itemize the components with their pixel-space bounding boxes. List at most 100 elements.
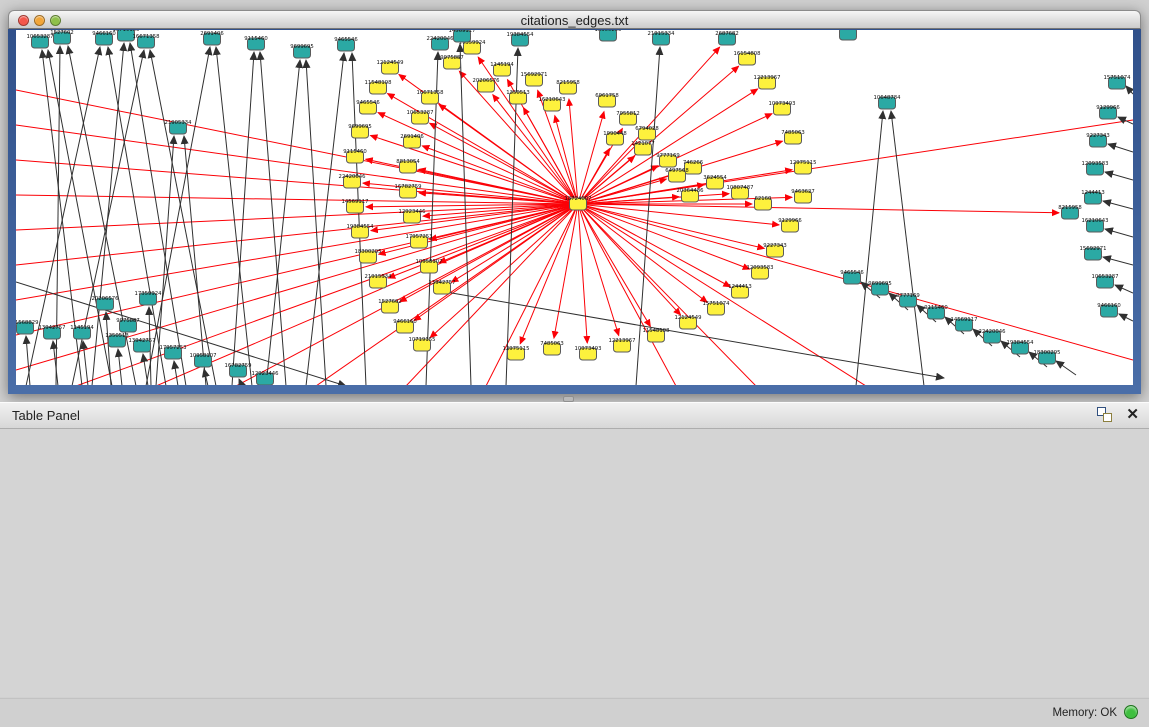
graph-node[interactable]: 10653287 — [1092, 274, 1119, 288]
graph-node[interactable]: 19384554 — [1007, 340, 1035, 354]
graph-node[interactable]: 3624554 — [703, 175, 727, 189]
graph-node[interactable]: 15692971 — [521, 72, 548, 86]
graph-node[interactable]: 18300295 — [355, 249, 382, 263]
graph-node[interactable]: 9777169 — [896, 293, 920, 307]
graph-node[interactable]: 20206576 — [92, 296, 120, 310]
graph-node[interactable]: 12093583 — [747, 265, 774, 279]
graph-node[interactable]: 9115460 — [924, 305, 948, 319]
graph-node[interactable]: 1244413 — [728, 284, 752, 298]
graph-node[interactable]: 18300295 — [595, 30, 622, 41]
graph-node[interactable]: 9699695 — [290, 44, 314, 58]
graph-node[interactable]: 9699695 — [868, 281, 892, 295]
graph-node[interactable]: 7485063 — [781, 130, 805, 144]
graph-node[interactable]: 9463627 — [791, 189, 815, 203]
graph-node[interactable]: 2687682 — [715, 31, 739, 45]
graph-node[interactable]: 8215958 — [556, 80, 580, 94]
graph-node[interactable]: 10648784 — [874, 95, 902, 109]
graph-node[interactable]: 9129966 — [1096, 105, 1120, 119]
graph-node[interactable]: 12124549 — [377, 60, 404, 74]
graph-node[interactable]: 62160 — [755, 196, 773, 210]
graph-node[interactable]: 1145194 — [70, 325, 94, 339]
graph-node[interactable]: 21915334 — [648, 31, 676, 45]
graph-node[interactable]: 16154808 — [734, 51, 762, 65]
graph-node[interactable]: 17957253 — [160, 345, 187, 359]
float-panel-icon[interactable] — [1097, 407, 1112, 422]
graph-node[interactable]: 9777169 — [656, 153, 680, 167]
graph-node[interactable]: 10807487 — [727, 185, 754, 199]
graph-node[interactable]: 22420046 — [427, 36, 455, 50]
graph-node[interactable]: 9465546 — [334, 37, 358, 51]
graph-node[interactable]: 9227343 — [763, 243, 787, 257]
graph-node[interactable]: 9227343 — [1086, 133, 1110, 147]
svg-text:17957253: 17957253 — [160, 345, 187, 351]
svg-text:9115460: 9115460 — [343, 149, 367, 155]
graph-node[interactable]: 9465546 — [840, 270, 864, 284]
graph-node[interactable]: 12093583 — [1082, 161, 1109, 175]
graph-node[interactable]: 9129966 — [778, 218, 802, 232]
graph-node[interactable]: 6794028 — [635, 126, 659, 140]
graph-node[interactable]: 15751074 — [703, 301, 731, 315]
graph-node[interactable]: 8813054 — [836, 30, 860, 40]
graph-node[interactable]: 7485063 — [540, 341, 564, 355]
graph-node[interactable]: 1350513 — [506, 90, 530, 104]
svg-text:16154808: 16154808 — [734, 51, 762, 57]
close-panel-icon[interactable]: ✕ — [1126, 407, 1139, 422]
graph-node[interactable]: 1350513 — [105, 333, 129, 347]
graph-node[interactable]: 12213967 — [754, 75, 781, 89]
graph-node[interactable]: 6497568 — [665, 168, 689, 182]
citation-network-graph[interactable]: 12124549 11548198 9465546 9699695 9115460 224… — [16, 30, 1133, 385]
graph-node[interactable]: 7955812 — [616, 111, 640, 125]
graph-node[interactable]: 11548198 — [643, 328, 671, 342]
window-titlebar[interactable]: citations_edges.txt — [8, 10, 1141, 29]
graph-node[interactable]: 16671358 — [417, 90, 445, 104]
graph-node[interactable]: 1527602 — [378, 299, 402, 313]
graph-node[interactable]: 15692971 — [1080, 246, 1107, 260]
graph-node[interactable]: 13942757 — [39, 325, 66, 339]
graph-node[interactable]: 11568829 — [16, 320, 38, 334]
graph-node[interactable]: 12923446 — [252, 371, 280, 385]
graph-node[interactable]: 9699695 — [348, 124, 372, 138]
graph-node[interactable]: 9465546 — [356, 100, 380, 114]
network-canvas[interactable]: 12124549 11548198 9465546 9699695 9115460 224… — [16, 30, 1133, 385]
graph-node[interactable]: 13942757 — [129, 338, 156, 352]
graph-node[interactable]: 16782759 — [225, 363, 252, 377]
graph-node[interactable]: 1244413 — [1081, 190, 1105, 204]
graph-node[interactable]: 10653287 — [407, 110, 434, 124]
graph-node[interactable]: 8813054 — [396, 159, 420, 173]
graph-node[interactable]: 9115460 — [244, 36, 268, 50]
graph-node[interactable]: 8215958 — [1058, 205, 1082, 219]
graph-node[interactable]: 9975887 — [116, 318, 140, 332]
graph-node[interactable]: 1527602 — [50, 30, 74, 44]
graph-node[interactable]: 19384554 — [507, 32, 535, 46]
graph-node[interactable]: 2691406 — [400, 134, 424, 148]
graph-node[interactable]: 16210643 — [1082, 218, 1109, 232]
graph-node[interactable]: 9466160 — [1097, 303, 1121, 317]
graph-node[interactable]: 1990448 — [603, 131, 627, 145]
graph-node[interactable]: 6961758 — [595, 93, 619, 107]
graph-node[interactable]: 11548198 — [365, 80, 393, 94]
graph-node[interactable]: 1145194 — [490, 62, 514, 76]
graph-node[interactable]: 2691406 — [200, 31, 224, 45]
graph-node[interactable]: 9466160 — [393, 319, 417, 333]
graph-node[interactable]: 21905334 — [165, 120, 193, 134]
graph-node[interactable]: 16671358 — [133, 34, 161, 48]
graph-node[interactable]: 10653287 — [27, 34, 54, 48]
graph-node[interactable]: 9115460 — [343, 149, 367, 163]
graph-node[interactable]: 22420046 — [979, 329, 1007, 343]
graph-node[interactable]: 10719155 — [409, 337, 436, 351]
graph-node[interactable]: 10973493 — [769, 101, 796, 115]
graph-node[interactable]: 12124549 — [675, 315, 702, 329]
graph-node[interactable]: 17957253 — [406, 234, 433, 248]
svg-text:12124549: 12124549 — [675, 315, 702, 321]
graph-node[interactable]: 19384554 — [347, 224, 375, 238]
graph-node[interactable]: 14569117 — [342, 199, 369, 213]
svg-text:1244413: 1244413 — [728, 284, 752, 290]
graph-node[interactable]: 12975115 — [790, 160, 817, 174]
graph-node[interactable]: 9975887 — [440, 55, 464, 69]
graph-node[interactable]: 17359924 — [135, 291, 163, 305]
graph-node[interactable]: 9466160 — [92, 31, 116, 45]
graph-node[interactable]: 1421077 — [631, 141, 655, 155]
graph-node[interactable]: 12213967 — [609, 338, 636, 352]
graph-node[interactable]: 10958107 — [190, 353, 217, 367]
graph-node[interactable]: 10973493 — [575, 346, 602, 360]
